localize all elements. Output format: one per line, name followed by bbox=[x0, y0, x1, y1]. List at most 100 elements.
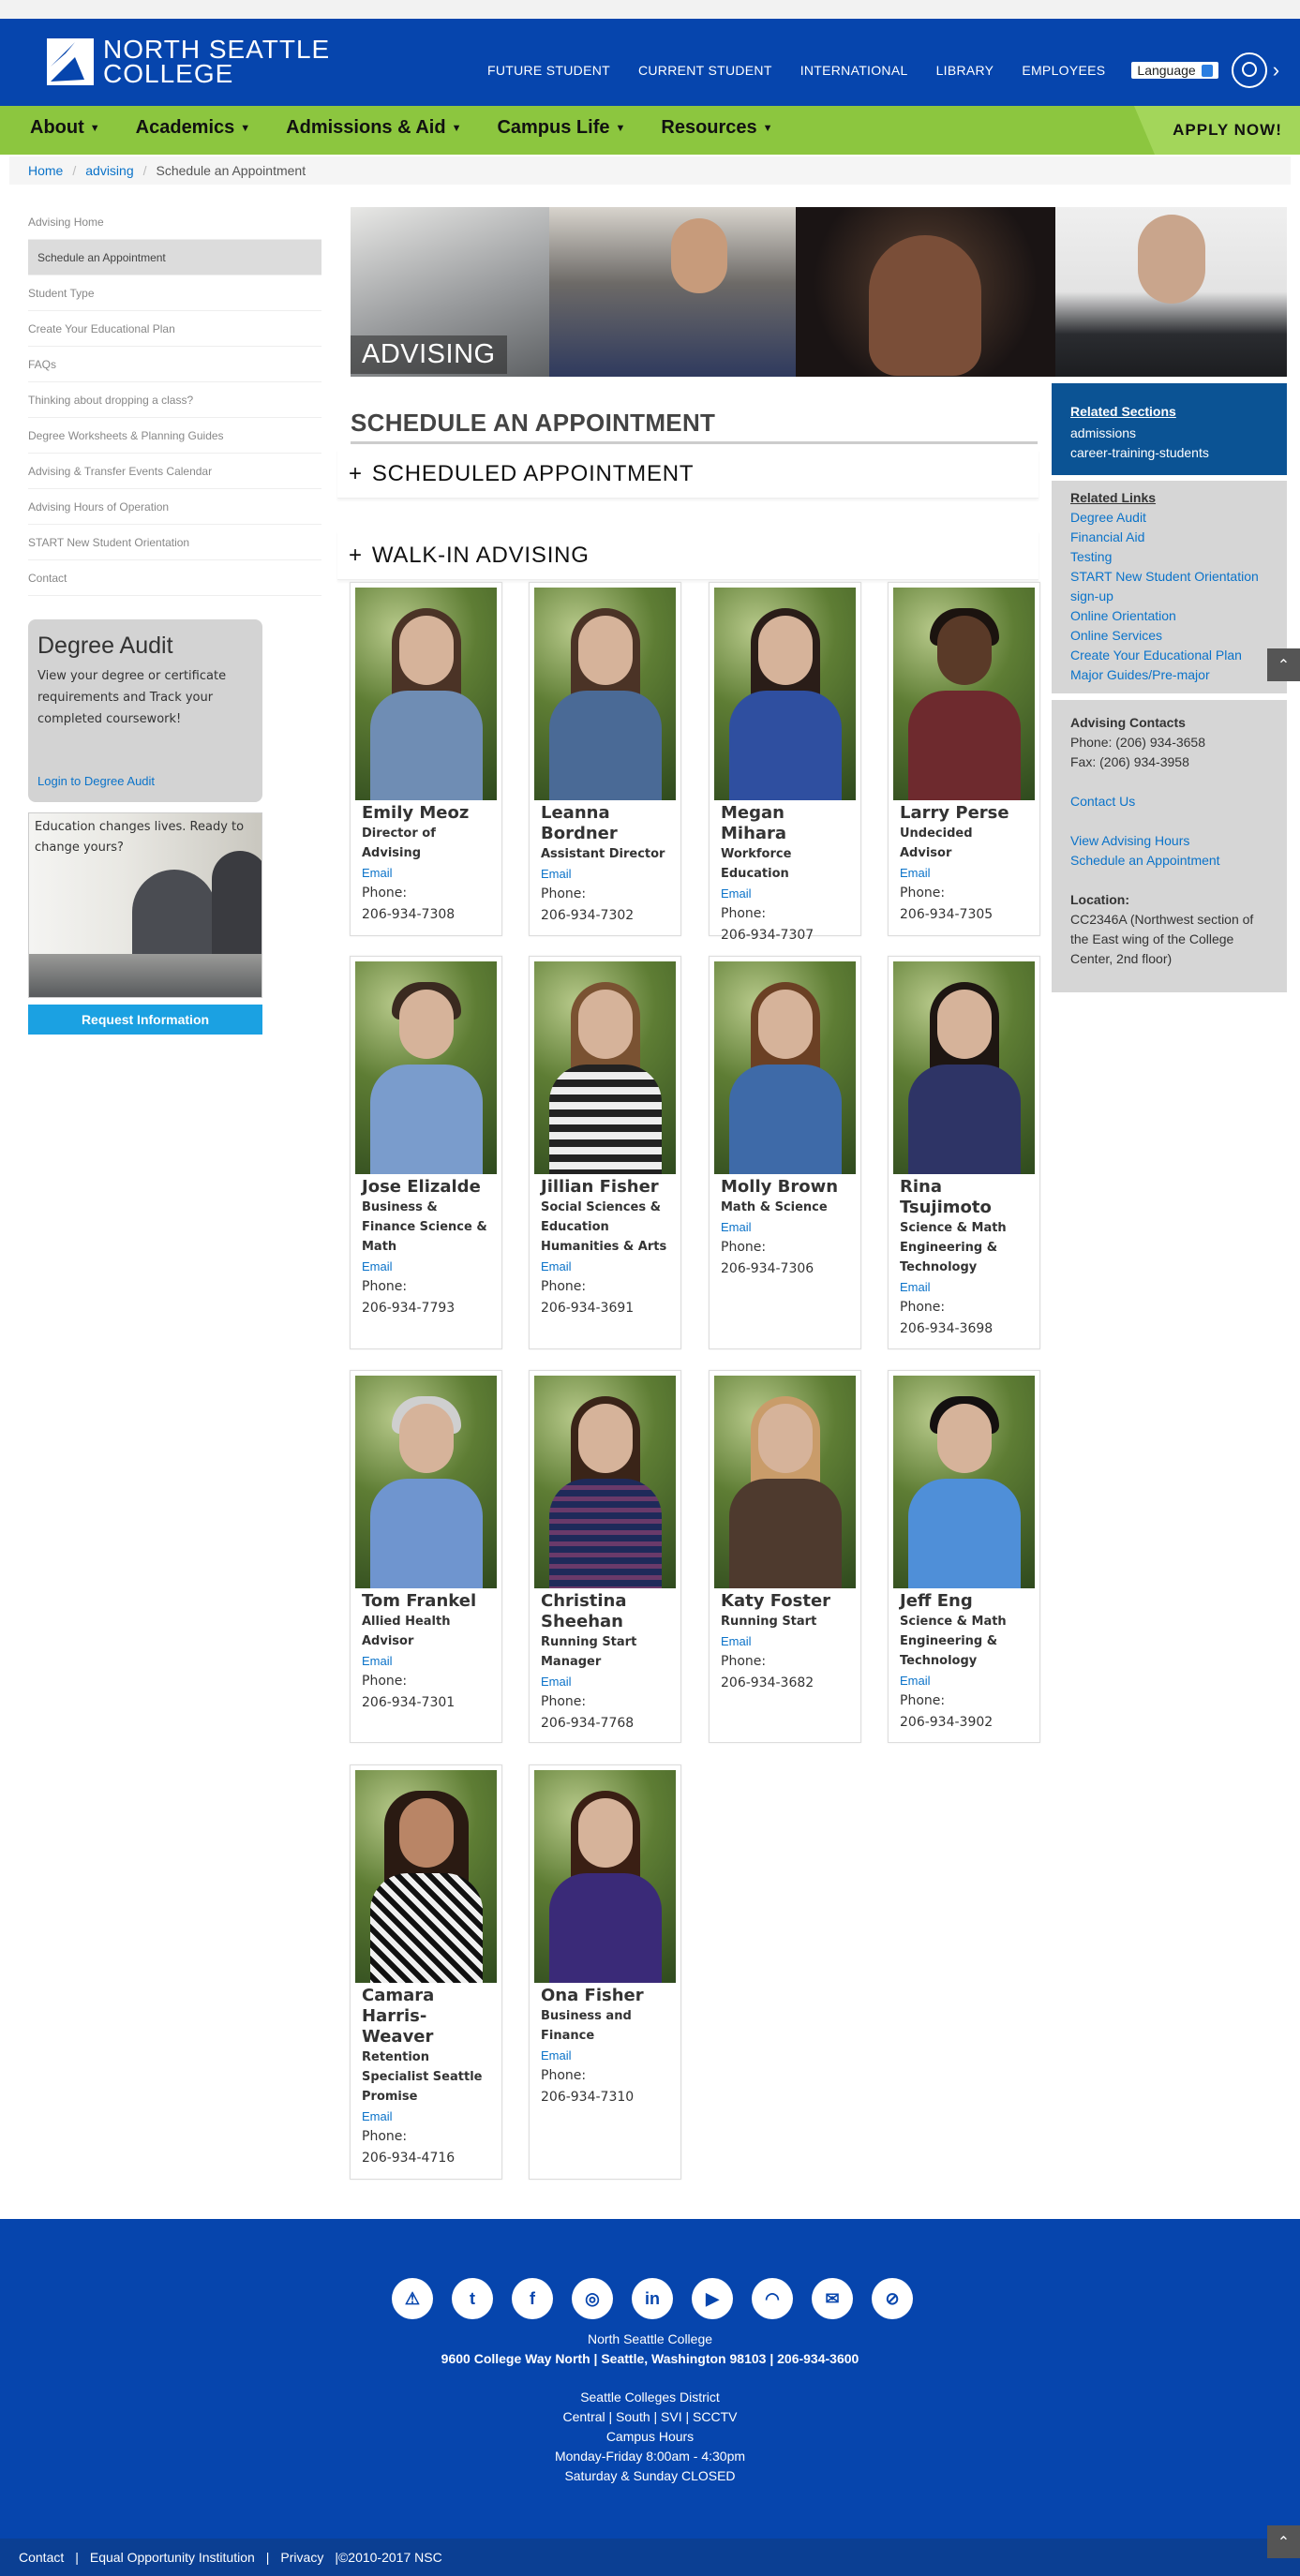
top-nav-library[interactable]: LIBRARY bbox=[936, 63, 994, 78]
college-logo[interactable]: NORTH SEATTLE COLLEGE bbox=[47, 37, 330, 87]
schedule-appointment-link[interactable]: Schedule an Appointment bbox=[1070, 851, 1268, 871]
main-nav-academics[interactable]: Academics ▼ bbox=[136, 117, 251, 139]
related-sections-heading[interactable]: Related Sections bbox=[1070, 402, 1268, 422]
staff-photo-head bbox=[577, 1404, 633, 1473]
side-nav-item[interactable]: Advising & Transfer Events Calendar bbox=[28, 454, 321, 489]
staff-photo-body bbox=[369, 1065, 483, 1174]
twitter-icon[interactable]: t bbox=[452, 2278, 493, 2319]
related-section-link[interactable]: admissions bbox=[1070, 424, 1268, 443]
staff-name: Camara Harris-Weaver bbox=[362, 1986, 435, 2047]
staff-email-link[interactable]: Email bbox=[362, 863, 490, 883]
staff-email-link[interactable]: Email bbox=[900, 863, 1028, 883]
related-link[interactable]: Major Guides/Pre-major bbox=[1070, 665, 1268, 685]
facebook-icon[interactable]: f bbox=[512, 2278, 553, 2319]
view-advising-hours-link[interactable]: View Advising Hours bbox=[1070, 831, 1268, 851]
logo-line-2: COLLEGE bbox=[103, 59, 234, 88]
side-nav-item[interactable]: Advising Hours of Operation bbox=[28, 489, 321, 525]
staff-role: Running Start Manager bbox=[541, 1635, 637, 1669]
staff-role: Science & Math Engineering & Technology bbox=[900, 1221, 1007, 1274]
staff-name: Emily Meoz bbox=[362, 803, 470, 823]
breadcrumb-home[interactable]: Home bbox=[28, 163, 63, 178]
staff-email-link[interactable]: Email bbox=[900, 1277, 1028, 1297]
main-nav-campus-life[interactable]: Campus Life ▼ bbox=[497, 117, 625, 139]
degree-audit-box: Degree Audit View your degree or certifi… bbox=[28, 619, 262, 802]
staff-name: Tom Frankel bbox=[362, 1591, 477, 1611]
alert-icon[interactable]: ⚠ bbox=[392, 2278, 433, 2319]
staff-role: Workforce Education bbox=[721, 847, 792, 881]
no-smoking-icon[interactable]: ⊘ bbox=[872, 2278, 913, 2319]
apply-now-button[interactable]: APPLY NOW! bbox=[1134, 106, 1300, 155]
staff-card: Ona Fisher Business and Finance Email Ph… bbox=[529, 1764, 681, 2180]
main-nav-admissions-aid[interactable]: Admissions & Aid ▼ bbox=[286, 117, 461, 139]
related-link[interactable]: Online Services bbox=[1070, 626, 1268, 646]
staff-email-link[interactable]: Email bbox=[721, 884, 849, 903]
staff-photo bbox=[355, 1376, 497, 1588]
instagram-icon[interactable]: ◎ bbox=[572, 2278, 613, 2319]
accordion-walk-in-advising[interactable]: + WALK-IN ADVISING bbox=[337, 531, 1039, 580]
staff-email-link[interactable]: Email bbox=[541, 2046, 669, 2065]
staff-photo-head bbox=[577, 1798, 633, 1868]
staff-email-link[interactable]: Email bbox=[541, 864, 669, 884]
related-link[interactable]: START New Student Orientation sign-up bbox=[1070, 567, 1268, 606]
side-nav-item[interactable]: FAQs bbox=[28, 347, 321, 382]
related-link[interactable]: Create Your Educational Plan bbox=[1070, 646, 1268, 665]
side-nav-item[interactable]: Student Type bbox=[28, 275, 321, 311]
related-link[interactable]: Degree Audit bbox=[1070, 508, 1268, 528]
related-link[interactable]: Online Orientation bbox=[1070, 606, 1268, 626]
staff-email-link[interactable]: Email bbox=[362, 1651, 490, 1671]
staff-email-link[interactable]: Email bbox=[362, 1257, 490, 1276]
footer-district-links[interactable]: Central | South | SVI | SCCTV bbox=[0, 2407, 1300, 2427]
side-nav-item[interactable]: Advising Home bbox=[28, 204, 321, 240]
footer-district[interactable]: Seattle Colleges District bbox=[0, 2388, 1300, 2407]
related-link[interactable]: Financial Aid bbox=[1070, 528, 1268, 547]
breadcrumb-advising[interactable]: advising bbox=[85, 163, 133, 178]
top-nav-international[interactable]: INTERNATIONAL bbox=[800, 63, 908, 78]
chevron-right-icon[interactable]: › bbox=[1273, 58, 1279, 82]
rss-icon[interactable]: ◠ bbox=[752, 2278, 793, 2319]
footer-eoi-link[interactable]: Equal Opportunity Institution bbox=[90, 2550, 255, 2565]
main-nav-about[interactable]: About ▼ bbox=[30, 117, 100, 139]
back-to-top-icon[interactable]: ⌃ bbox=[1267, 648, 1300, 681]
email-icon[interactable]: ✉ bbox=[812, 2278, 853, 2319]
promo-banner[interactable]: Education changes lives. Ready to change… bbox=[28, 812, 262, 998]
staff-photo-body bbox=[728, 1479, 842, 1588]
caret-down-icon: ▼ bbox=[89, 122, 100, 134]
top-nav-future-student[interactable]: FUTURE STUDENT bbox=[487, 63, 610, 78]
degree-audit-login-link[interactable]: Login to Degree Audit bbox=[37, 774, 155, 788]
footer-contact-link[interactable]: Contact bbox=[19, 2550, 64, 2565]
footer-separator: | bbox=[265, 2550, 270, 2565]
youtube-icon[interactable]: ▶ bbox=[692, 2278, 733, 2319]
main-nav-resources[interactable]: Resources ▼ bbox=[661, 117, 772, 139]
footer-privacy-link[interactable]: Privacy bbox=[280, 2550, 323, 2565]
side-nav-item[interactable]: Contact bbox=[28, 560, 321, 596]
staff-email-link[interactable]: Email bbox=[721, 1217, 849, 1237]
staff-email-link[interactable]: Email bbox=[362, 2107, 490, 2126]
related-section-link[interactable]: career-training-students bbox=[1070, 443, 1268, 463]
staff-phone: 206-934-4716 bbox=[362, 2151, 456, 2166]
staff-name: Katy Foster bbox=[721, 1591, 831, 1611]
staff-email-link[interactable]: Email bbox=[541, 1257, 669, 1276]
top-nav-employees[interactable]: EMPLOYEES bbox=[1022, 63, 1105, 78]
contact-us-link[interactable]: Contact Us bbox=[1070, 792, 1268, 812]
side-nav-item[interactable]: Create Your Educational Plan bbox=[28, 311, 321, 347]
staff-photo bbox=[534, 1376, 676, 1588]
request-information-button[interactable]: Request Information bbox=[28, 1005, 262, 1035]
related-links-heading: Related Links bbox=[1070, 490, 1157, 505]
language-select[interactable]: Language bbox=[1131, 62, 1218, 79]
top-nav-current-student[interactable]: CURRENT STUDENT bbox=[638, 63, 772, 78]
breadcrumb-separator: / bbox=[142, 163, 147, 178]
side-nav-item-active[interactable]: Schedule an Appointment bbox=[28, 240, 321, 275]
accordion-scheduled-appointment[interactable]: + SCHEDULED APPOINTMENT bbox=[337, 450, 1039, 499]
staff-name: Jose Elizalde bbox=[362, 1177, 481, 1197]
staff-email-link[interactable]: Email bbox=[541, 1672, 669, 1691]
staff-email-link[interactable]: Email bbox=[900, 1671, 1028, 1690]
linkedin-icon[interactable]: in bbox=[632, 2278, 673, 2319]
side-nav-item[interactable]: START New Student Orientation bbox=[28, 525, 321, 560]
side-nav-item[interactable]: Thinking about dropping a class? bbox=[28, 382, 321, 418]
search-icon[interactable] bbox=[1231, 52, 1267, 88]
back-to-top-icon[interactable]: ⌃ bbox=[1267, 2525, 1300, 2558]
related-link[interactable]: Testing bbox=[1070, 547, 1268, 567]
staff-photo-head bbox=[936, 616, 992, 685]
side-nav-item[interactable]: Degree Worksheets & Planning Guides bbox=[28, 418, 321, 454]
staff-email-link[interactable]: Email bbox=[721, 1631, 849, 1651]
